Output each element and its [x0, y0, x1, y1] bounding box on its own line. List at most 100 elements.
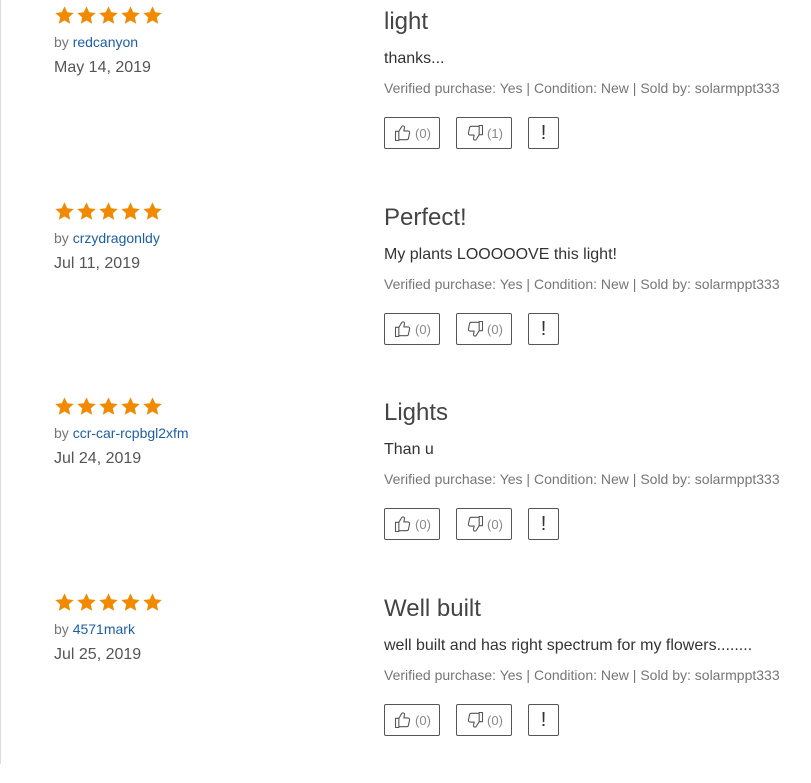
exclamation-icon: !	[540, 512, 547, 535]
helpful-count: (0)	[415, 125, 431, 141]
thumbs-up-icon	[393, 319, 415, 339]
star-icon	[55, 202, 74, 220]
by-prefix: by	[54, 621, 69, 637]
thumbs-down-icon	[465, 710, 487, 730]
review-content: Well built well built and has right spec…	[384, 587, 808, 736]
star-icon	[55, 6, 74, 24]
thumbs-down-icon	[465, 123, 487, 143]
unhelpful-button[interactable]: (0)	[456, 508, 512, 540]
review-date: May 14, 2019	[54, 59, 151, 76]
review-content: Perfect! My plants LOOOOOVE this light! …	[384, 196, 808, 345]
report-button[interactable]: !	[528, 704, 559, 736]
review-body: thanks...	[384, 50, 445, 67]
by-prefix: by	[54, 34, 69, 50]
star-icon	[77, 6, 96, 24]
report-button[interactable]: !	[528, 117, 559, 149]
star-icon	[55, 397, 74, 415]
review-title: light	[384, 8, 429, 35]
thumbs-up-icon	[393, 514, 415, 534]
star-icon	[99, 202, 118, 220]
by-prefix: by	[54, 230, 69, 246]
star-icon	[121, 397, 140, 415]
review-actions: (0) (0) !	[384, 508, 808, 540]
reviewer-byline: by ccr-car-rcpbgl2xfm	[54, 424, 354, 442]
review-content: Lights Than u Verified purchase: Yes | C…	[384, 391, 808, 540]
star-icon	[99, 593, 118, 611]
review-content: light thanks... Verified purchase: Yes |…	[384, 0, 808, 149]
reviewer-link[interactable]: redcanyon	[73, 34, 138, 50]
reviewer-link[interactable]: ccr-car-rcpbgl2xfm	[73, 425, 189, 441]
star-icon	[143, 397, 162, 415]
thumbs-up-icon	[393, 710, 415, 730]
review-item: by redcanyon May 14, 2019 light thanks..…	[0, 0, 811, 196]
purchase-details: Verified purchase: Yes | Condition: New …	[384, 80, 780, 96]
star-icon	[55, 593, 74, 611]
review-actions: (0) (0) !	[384, 704, 808, 736]
review-date: Jul 25, 2019	[54, 646, 142, 663]
review-date: Jul 11, 2019	[54, 255, 140, 272]
star-rating	[54, 592, 354, 614]
purchase-details: Verified purchase: Yes | Condition: New …	[384, 667, 780, 683]
helpful-button[interactable]: (0)	[384, 313, 440, 345]
purchase-details: Verified purchase: Yes | Condition: New …	[384, 276, 780, 292]
star-icon	[77, 202, 96, 220]
reviewer-byline: by 4571mark	[54, 620, 354, 638]
review-meta: by 4571mark Jul 25, 2019	[54, 587, 354, 664]
star-icon	[121, 202, 140, 220]
unhelpful-count: (0)	[487, 321, 503, 337]
star-icon	[143, 202, 162, 220]
review-item: by 4571mark Jul 25, 2019 Well built well…	[0, 587, 811, 783]
review-body: Than u	[384, 441, 434, 458]
star-rating	[54, 396, 354, 418]
review-actions: (0) (1) !	[384, 117, 808, 149]
exclamation-icon: !	[540, 708, 547, 731]
star-icon	[99, 397, 118, 415]
unhelpful-button[interactable]: (0)	[456, 313, 512, 345]
review-meta: by crzydragonldy Jul 11, 2019	[54, 196, 354, 273]
helpful-button[interactable]: (0)	[384, 704, 440, 736]
review-body: well built and has right spectrum for my…	[384, 637, 753, 654]
report-button[interactable]: !	[528, 313, 559, 345]
star-rating	[54, 5, 354, 27]
exclamation-icon: !	[540, 121, 547, 144]
unhelpful-button[interactable]: (1)	[456, 117, 512, 149]
helpful-button[interactable]: (0)	[384, 117, 440, 149]
helpful-count: (0)	[415, 516, 431, 532]
review-meta: by redcanyon May 14, 2019	[54, 0, 354, 77]
review-title: Well built	[384, 595, 481, 622]
thumbs-down-icon	[465, 514, 487, 534]
unhelpful-count: (0)	[487, 712, 503, 728]
helpful-count: (0)	[415, 321, 431, 337]
review-title: Perfect!	[384, 204, 467, 231]
star-rating	[54, 201, 354, 223]
review-date: Jul 24, 2019	[54, 450, 142, 467]
star-icon	[99, 6, 118, 24]
thumbs-down-icon	[465, 319, 487, 339]
helpful-button[interactable]: (0)	[384, 508, 440, 540]
review-item: by crzydragonldy Jul 11, 2019 Perfect! M…	[0, 196, 811, 392]
review-item: by ccr-car-rcpbgl2xfm Jul 24, 2019 Light…	[0, 391, 811, 587]
review-meta: by ccr-car-rcpbgl2xfm Jul 24, 2019	[54, 391, 354, 468]
star-icon	[121, 593, 140, 611]
review-actions: (0) (0) !	[384, 313, 808, 345]
star-icon	[121, 6, 140, 24]
report-button[interactable]: !	[528, 508, 559, 540]
helpful-count: (0)	[415, 712, 431, 728]
unhelpful-count: (1)	[487, 125, 503, 141]
star-icon	[143, 593, 162, 611]
unhelpful-count: (0)	[487, 516, 503, 532]
reviewer-link[interactable]: 4571mark	[73, 621, 135, 637]
review-title: Lights	[384, 399, 449, 426]
reviewer-byline: by crzydragonldy	[54, 229, 354, 247]
star-icon	[77, 397, 96, 415]
thumbs-up-icon	[393, 123, 415, 143]
reviewer-byline: by redcanyon	[54, 33, 354, 51]
star-icon	[77, 593, 96, 611]
exclamation-icon: !	[540, 317, 547, 340]
by-prefix: by	[54, 425, 69, 441]
unhelpful-button[interactable]: (0)	[456, 704, 512, 736]
review-body: My plants LOOOOOVE this light!	[384, 246, 617, 263]
reviewer-link[interactable]: crzydragonldy	[73, 230, 160, 246]
purchase-details: Verified purchase: Yes | Condition: New …	[384, 471, 780, 487]
star-icon	[143, 6, 162, 24]
